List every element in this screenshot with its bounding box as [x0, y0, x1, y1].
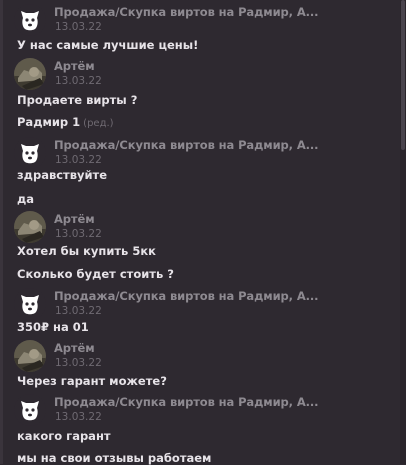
message-text: Продаете вирты ? — [17, 93, 138, 107]
message-text: 350₽ на 01 — [17, 320, 89, 334]
message-header: Продажа/Скупка виртов на Радмир, А... 13… — [14, 288, 394, 322]
message-header: Продажа/Скупка виртов на Радмир, А... 13… — [14, 394, 394, 428]
message-text: какого гарант — [17, 429, 111, 443]
message-line: Радмир 1 — [17, 115, 81, 129]
message-text: здравствуйте — [17, 168, 108, 182]
timestamp: 13.03.22 — [55, 228, 102, 240]
message-text: Хотел бы купить 5кк — [17, 244, 156, 258]
author-name[interactable]: Продажа/Скупка виртов на Радмир, А... — [54, 289, 319, 303]
user-avatar[interactable] — [14, 58, 46, 90]
user-avatar[interactable] — [14, 211, 46, 243]
message-text: мы на свои отзывы работаем — [17, 451, 212, 465]
message-text: У нас самые лучшие цены! — [17, 38, 199, 52]
vk-logo-icon[interactable] — [14, 288, 46, 320]
chat-history: Продажа/Скупка виртов на Радмир, А... 13… — [0, 0, 406, 465]
message-header: Артём 13.03.22 — [14, 211, 394, 245]
timestamp: 13.03.22 — [55, 357, 102, 369]
timestamp: 13.03.22 — [55, 305, 102, 317]
timestamp: 13.03.22 — [55, 411, 102, 423]
message-header: Артём 13.03.22 — [14, 340, 394, 374]
message-text: Через гарант можете? — [17, 374, 167, 388]
vk-logo-icon[interactable] — [14, 4, 46, 36]
timestamp: 13.03.22 — [55, 21, 102, 33]
timestamp: 13.03.22 — [55, 154, 102, 166]
vk-logo-icon[interactable] — [14, 137, 46, 169]
message-text: Радмир 1 (ред.) — [17, 115, 114, 129]
message-text: Сколько будет стоить ? — [17, 267, 174, 281]
edited-label: (ред.) — [83, 118, 114, 129]
message-header: Продажа/Скупка виртов на Радмир, А... 13… — [14, 137, 394, 171]
author-name[interactable]: Артём — [54, 341, 95, 355]
scrollbar[interactable] — [400, 0, 406, 464]
user-avatar[interactable] — [14, 340, 46, 372]
scrollbar-thumb[interactable] — [401, 0, 405, 150]
author-name[interactable]: Продажа/Скупка виртов на Радмир, А... — [54, 5, 319, 19]
message-header: Продажа/Скупка виртов на Радмир, А... 13… — [14, 4, 394, 38]
vk-logo-icon[interactable] — [14, 394, 46, 426]
author-name[interactable]: Артём — [54, 59, 95, 73]
author-name[interactable]: Артём — [54, 212, 95, 226]
author-name[interactable]: Продажа/Скупка виртов на Радмир, А... — [54, 138, 319, 152]
message-header: Артём 13.03.22 — [14, 58, 394, 92]
author-name[interactable]: Продажа/Скупка виртов на Радмир, А... — [54, 395, 319, 409]
timestamp: 13.03.22 — [55, 75, 102, 87]
message-text: да — [17, 192, 35, 206]
left-border — [0, 0, 3, 464]
